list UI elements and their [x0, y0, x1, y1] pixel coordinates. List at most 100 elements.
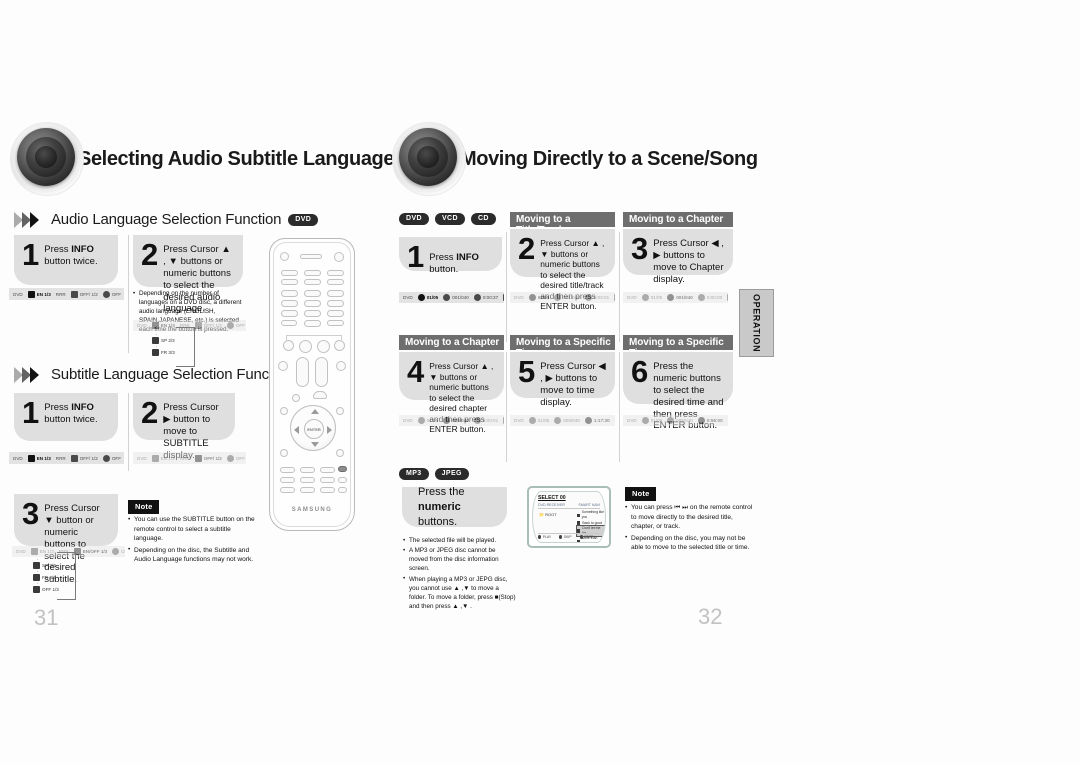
osd-seg-disc: DVD: [137, 455, 147, 461]
step-bubble-3: 3 Press Cursor ▼ button or numeric butto…: [14, 494, 118, 585]
audio-language-function-heading: Audio Language Selection Function DVD: [14, 211, 319, 228]
osd-seg-time: 0:00:01: [584, 294, 609, 301]
step-number: 6: [631, 354, 649, 389]
label-bar-specific-time-2: Moving to a Specific Time: [623, 335, 733, 359]
mp3-step-text: Press the numeric buttons.: [418, 486, 465, 528]
osd-strip-subtitle-2: DVD EN 1/3 RRR OFF/ 1/2 OFF: [133, 452, 246, 464]
osd-strip-step1: DVD 01/05 001/040 0:00:37 EN: [399, 292, 504, 303]
audio-language-function-title: Audio Language Selection Function: [51, 211, 282, 228]
left-page-number: 31: [34, 605, 59, 630]
osd-strip-subtitle-1: DVD EN 1/3 RRR OFF/ 1/2 OFF: [9, 452, 124, 464]
osd-seg-disc: DVD: [13, 291, 23, 297]
osd-seg-audio: EN 1/3: [27, 454, 51, 462]
remote-play-button: [299, 340, 312, 353]
remote-tuner-button: [327, 270, 344, 276]
chain-bracket: [176, 327, 195, 367]
remote-func-8: [280, 487, 295, 493]
step-number: 1: [22, 395, 40, 430]
remote-tuning-rocker: [315, 357, 328, 387]
osd-seg-chapter: 005/040: [443, 417, 469, 424]
remote-numeric-4: [281, 300, 298, 307]
screen-subheader: DVD RECEIVER SMART NAVI: [538, 503, 600, 509]
dpad-down-icon: [311, 442, 319, 447]
footer-skip: SKIP: [559, 535, 572, 539]
side-tab-operation: OPERATION: [739, 289, 774, 357]
note-body: You can use the SUBTITLE button on the r…: [128, 515, 258, 567]
badge-mp3: MP3: [399, 468, 429, 480]
remote-info-button: [280, 407, 288, 415]
badge-jpeg: JPEG: [434, 468, 469, 480]
disc-icon: [392, 122, 466, 196]
column-divider: [128, 235, 129, 353]
remote-func-9: [300, 487, 315, 493]
remote-numeric-6: [327, 300, 344, 307]
step-bubble-6: 6 Press the numeric buttons to select th…: [623, 352, 733, 431]
step-text: Press INFO button twice.: [44, 402, 98, 425]
osd-seg-title: 01/05: [641, 294, 662, 301]
remote-mute-button: [278, 361, 288, 371]
remote-bar-button: [300, 254, 322, 259]
chevron-right-icon: [14, 366, 44, 383]
osd-seg-time: 0:00:01: [473, 417, 498, 424]
osd-seg-disc: DVD: [627, 418, 637, 423]
remote-power-button: [280, 252, 289, 261]
remote-dpad: ENTER: [290, 405, 336, 451]
remote-open-close-button: [334, 252, 344, 262]
remote-menu-button: [292, 394, 300, 402]
remote-numeric-0: [304, 320, 321, 327]
bullet-item: When playing a MP3 or JEPG disc, you can…: [403, 575, 516, 612]
mp3-step-bubble: Press the numeric buttons.: [402, 486, 507, 528]
screen-left-label: DVD RECEIVER: [538, 503, 565, 507]
remote-numeric-8: [304, 310, 321, 317]
osd-seg-disc: DVD: [16, 549, 26, 554]
osd-seg-disc: DVD: [403, 295, 413, 300]
osd-seg-repeat: OFF: [226, 454, 245, 462]
screen-root-label: 📁 ROOT: [539, 512, 557, 517]
chain-option: FR 3/3: [33, 574, 59, 581]
column-divider: [619, 352, 620, 462]
osd-seg-audio: EN 1/3: [151, 322, 175, 329]
badge-dvd: DVD: [399, 213, 429, 225]
column-divider: [506, 352, 507, 462]
osd-seg-rrr: RRR: [179, 455, 190, 461]
osd-seg-subtitle: OFF/ 1/2: [70, 454, 98, 462]
badge-vcd: VCD: [434, 213, 465, 225]
list-item[interactable]: Something like you: [577, 510, 605, 521]
osd-seg-lang: EN: [503, 417, 504, 424]
remote-sound-button: [304, 279, 321, 285]
remote-sleep-button: [336, 361, 346, 371]
osd-seg-repeat: OFF: [102, 454, 121, 462]
badge-dvd: DVD: [288, 213, 319, 226]
step-bubble-4: 4 Press Cursor ▲ , ▼ buttons or numeric …: [399, 352, 504, 434]
osd-seg-audio: EN 1/3: [151, 454, 175, 462]
remote-func-3: [320, 467, 335, 473]
step-bubble-5: 5 Press Cursor ◀ , ▶ buttons to move to …: [510, 352, 615, 408]
step-text: Press Cursor ◀ , ▶ buttons to move to ti…: [540, 361, 606, 408]
osd-seg-lang: EN: [614, 294, 615, 301]
chain-option: OFF 1/3: [33, 586, 59, 593]
remote-numeric-5: [304, 300, 321, 307]
mp3-bullets: The selected file will be played. A MP3 …: [403, 537, 516, 613]
chain-option: SP 2/3: [33, 562, 59, 569]
note-bullet: Depending on the disc, you may not be ab…: [625, 533, 755, 553]
remote-test-button: [327, 279, 344, 285]
subtitle-language-function-title: Subtitle Language Selection Function: [51, 366, 293, 383]
side-tab-label: OPERATION: [751, 293, 762, 353]
osd-strip-step3: DVD 01/05 001/040 0:00:00 EN: [623, 292, 728, 303]
note-body: You can press ⏮ ⏭ on the remote control …: [625, 503, 755, 555]
audio-language-chain: · SP 2/3 · FR 3/3: [152, 327, 195, 367]
remote-cancel-button: [281, 320, 297, 326]
footer-play: PLAY: [538, 535, 551, 539]
step-bubble-3: 3 Press Cursor ◀ , ▶ buttons to move to …: [623, 229, 733, 285]
remote-func-10: [320, 487, 335, 493]
osd-seg-lang: EN: [503, 294, 504, 301]
osd-seg-chapter: 001/040: [554, 294, 580, 301]
remote-mode-select-button: [336, 449, 344, 457]
footer-stop: STOP: [579, 535, 593, 539]
note-tag: Note: [625, 487, 657, 501]
remote-dvd-button: [281, 270, 298, 276]
osd-seg-disc: DVD: [514, 418, 524, 423]
osd-seg-repeat: OFF: [226, 322, 245, 329]
osd-seg-title: 01/05: [417, 294, 438, 301]
osd-strip-step6: DVD 01/05 005/040 0:56:00 EN: [623, 415, 728, 426]
